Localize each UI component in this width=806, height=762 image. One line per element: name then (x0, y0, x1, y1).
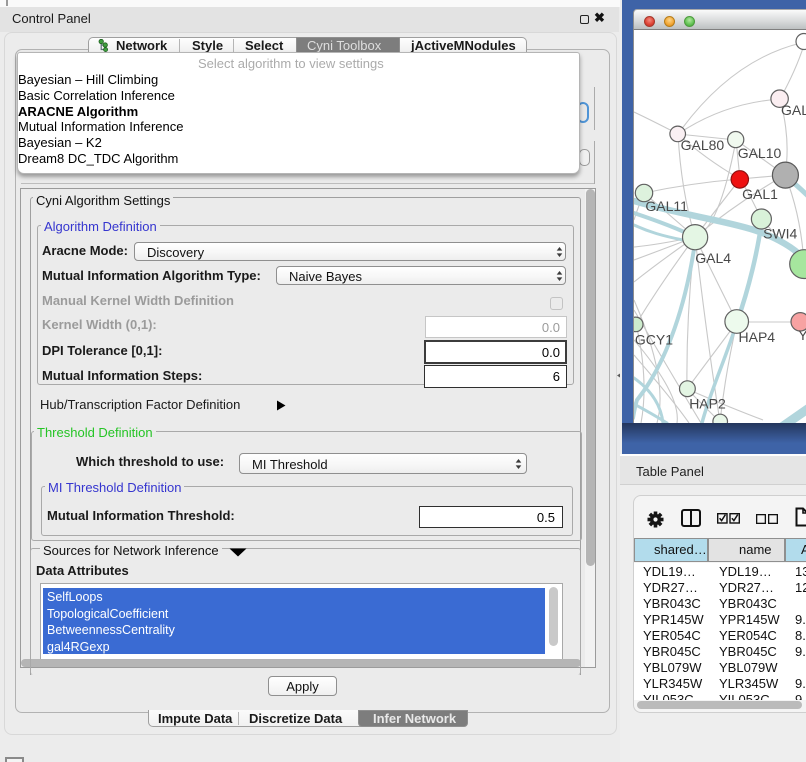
svg-text:SWI4: SWI4 (763, 226, 797, 242)
svg-text:GCY1: GCY1 (635, 332, 673, 348)
svg-text:GAL1: GAL1 (742, 186, 778, 202)
svg-text:GAL80: GAL80 (681, 137, 725, 153)
svg-text:HAP4: HAP4 (739, 329, 776, 345)
svg-text:GAL10: GAL10 (738, 145, 782, 161)
svg-text:GAL4: GAL4 (695, 250, 731, 266)
svg-text:GAL11: GAL11 (645, 198, 688, 214)
svg-text:YJ: YJ (798, 327, 806, 343)
svg-text:HAP2: HAP2 (689, 395, 726, 411)
svg-text:GAL2: GAL2 (781, 102, 806, 118)
